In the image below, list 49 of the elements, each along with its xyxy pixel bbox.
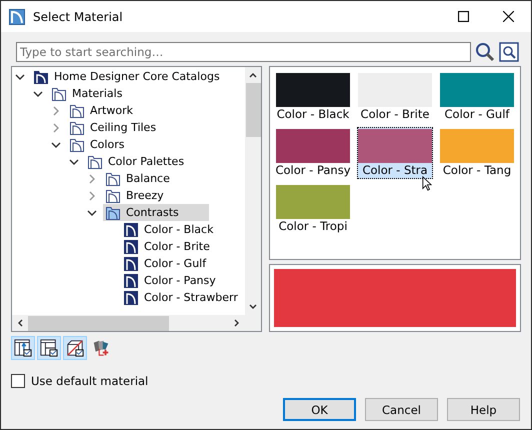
- close-icon[interactable]: [503, 11, 514, 22]
- toolbar-button[interactable]: [37, 336, 61, 360]
- scrollbar-thumb[interactable]: [28, 316, 169, 330]
- material-icon: [123, 222, 139, 238]
- material-icon: [123, 256, 139, 272]
- dialog-button[interactable]: Help: [447, 398, 520, 421]
- folder-icon: [69, 102, 85, 118]
- tree-item[interactable]: Color Palettes: [85, 153, 186, 170]
- tree-item[interactable]: Home Designer Core Catalogs: [31, 68, 222, 85]
- folder-icon: [87, 154, 103, 170]
- tree-item[interactable]: Contrasts: [103, 204, 209, 221]
- tree-item[interactable]: Color - Black: [121, 221, 216, 238]
- material-icon: [123, 290, 139, 306]
- scrollbar-thumb[interactable]: [246, 83, 260, 137]
- tree-item[interactable]: Ceiling Tiles: [67, 119, 158, 136]
- mouse-cursor-icon: [422, 176, 432, 191]
- tree-item[interactable]: Color - Strawberr: [121, 289, 240, 306]
- zoom-search-icon[interactable]: [499, 42, 519, 62]
- material-icon: [123, 238, 139, 254]
- folder-icon: [105, 170, 121, 186]
- tree-item[interactable]: Breezy: [103, 187, 166, 204]
- search-field[interactable]: Type to start searching…: [16, 42, 471, 62]
- tree-item[interactable]: Color - Gulf: [121, 255, 208, 272]
- maximize-icon[interactable]: [458, 11, 469, 22]
- box-check-icon: [66, 339, 84, 357]
- swatch-add-icon: [92, 339, 110, 357]
- toolbar-button[interactable]: [63, 336, 87, 360]
- app-icon: [9, 8, 25, 24]
- table-check-icon: [40, 339, 58, 357]
- tree-item[interactable]: Materials: [49, 85, 124, 102]
- folder-icon: [69, 120, 85, 136]
- catalog-icon: [33, 68, 49, 84]
- tree-item[interactable]: Color - Pansy: [121, 272, 218, 289]
- folder-icon: [69, 136, 85, 152]
- tree-item[interactable]: Colors: [67, 136, 126, 153]
- folder-icon: [51, 86, 67, 102]
- tree-item[interactable]: Artwork: [67, 102, 135, 119]
- table-upload-icon: [14, 339, 32, 357]
- default-material-checkbox[interactable]: Use default material: [11, 374, 148, 388]
- window-title: Select Material: [33, 10, 123, 24]
- material-icon: [123, 272, 139, 288]
- dialog-button[interactable]: Cancel: [365, 398, 438, 421]
- search-icon[interactable]: [475, 42, 495, 62]
- tree-item[interactable]: Balance: [103, 170, 172, 187]
- folder-icon: [105, 188, 121, 204]
- dialog-button[interactable]: OK: [283, 398, 356, 421]
- tree-item[interactable]: Color - Brite: [121, 238, 212, 255]
- folder-icon: [105, 204, 121, 220]
- toolbar-button[interactable]: [11, 336, 35, 360]
